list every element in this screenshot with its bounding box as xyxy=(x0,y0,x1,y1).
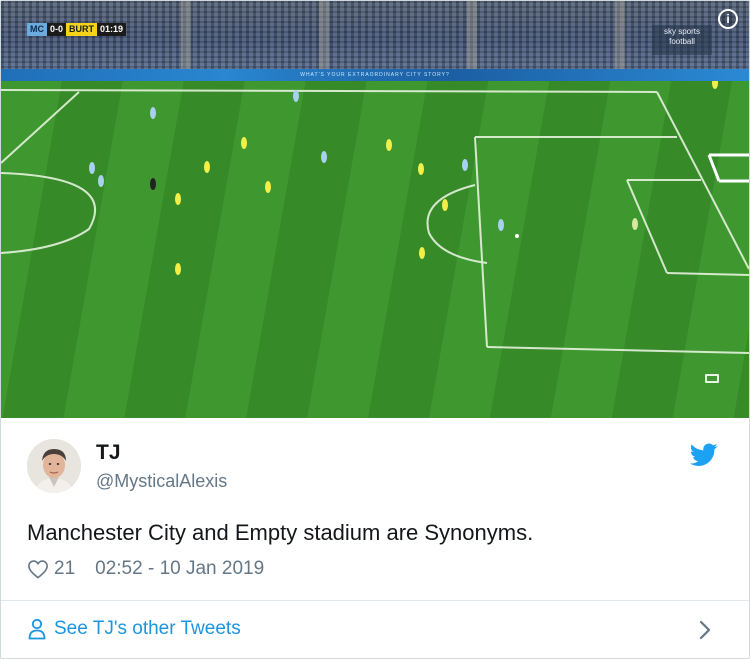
players xyxy=(89,77,718,275)
match-scoreboard: MC 0-0 BURT 01:19 xyxy=(27,23,127,36)
score: 0-0 xyxy=(47,23,67,36)
advertising-board: WHAT'S YOUR EXTRAORDINARY CITY STORY? xyxy=(1,69,749,81)
broadcaster-logo-line-1: sky sports xyxy=(663,27,700,36)
chevron-right-icon[interactable] xyxy=(697,619,713,641)
author-name[interactable]: TJ xyxy=(96,441,121,465)
info-icon[interactable]: i xyxy=(718,9,738,29)
info-glyph: i xyxy=(726,12,730,26)
match-clock: 01:19 xyxy=(97,23,127,36)
see-other-tweets-label: See TJ's other Tweets xyxy=(54,618,241,639)
like-count[interactable]: 21 xyxy=(54,558,75,580)
expand-icon[interactable] xyxy=(705,374,719,383)
embedded-tweet-card: WHAT'S YOUR EXTRAORDINARY CITY STORY? MC… xyxy=(0,0,750,659)
author-handle[interactable]: @MysticalAlexis xyxy=(96,470,227,492)
heart-icon[interactable] xyxy=(27,559,49,579)
avatar-photo xyxy=(27,439,81,493)
tweet-text: Manchester City and Empty stadium are Sy… xyxy=(27,520,534,545)
broadcaster-logo-line-2: football xyxy=(669,37,695,46)
broadcaster-logo: sky sports football xyxy=(652,25,712,55)
tweet-media-image[interactable]: WHAT'S YOUR EXTRAORDINARY CITY STORY? MC… xyxy=(1,1,749,418)
twitter-bird-icon[interactable] xyxy=(690,443,718,467)
away-team: BURT xyxy=(66,23,98,36)
pitch-markings xyxy=(1,77,749,354)
tweet-timestamp[interactable]: 02:52 - 10 Jan 2019 xyxy=(95,558,264,580)
see-other-tweets-link[interactable]: See TJ's other Tweets xyxy=(27,616,241,642)
divider xyxy=(1,600,749,601)
stadium-stands xyxy=(1,1,749,73)
goal-frame xyxy=(707,153,749,183)
football-pitch xyxy=(1,77,749,418)
avatar[interactable] xyxy=(27,439,81,493)
adboard-text: WHAT'S YOUR EXTRAORDINARY CITY STORY? xyxy=(300,72,450,78)
tweet-meta: 21 02:52 - 10 Jan 2019 xyxy=(27,557,264,581)
home-team: MC xyxy=(27,23,47,36)
person-icon xyxy=(28,618,46,640)
